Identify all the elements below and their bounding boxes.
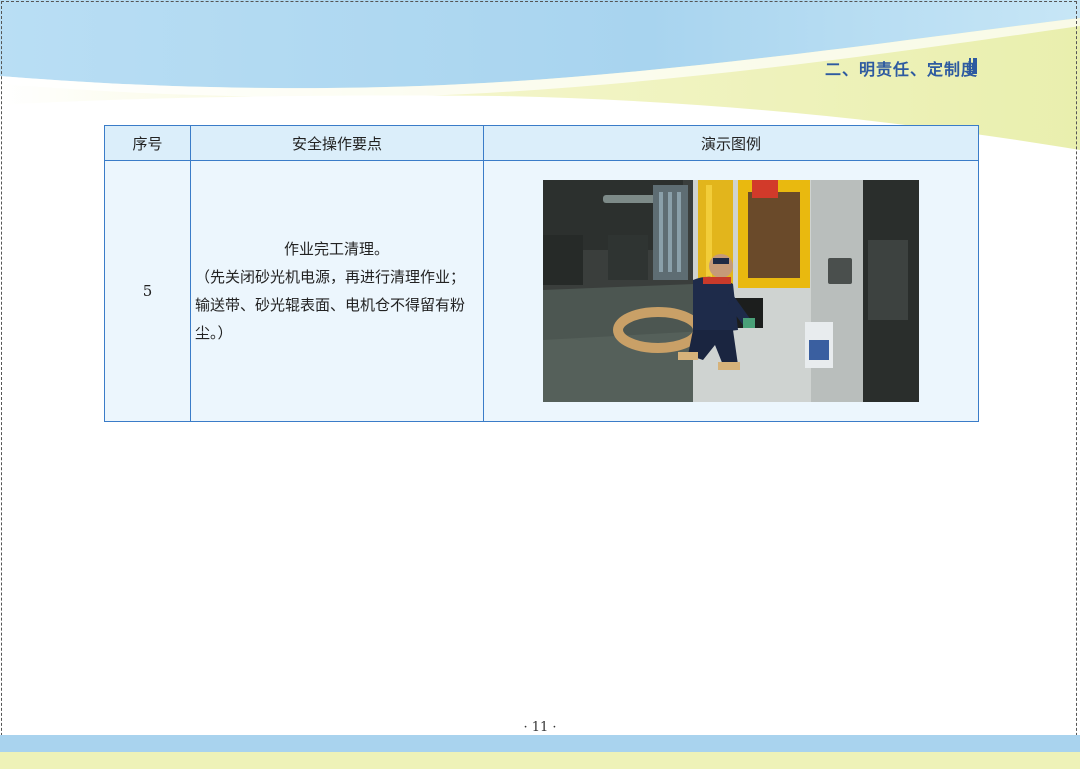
footer-band-decoration	[0, 735, 1080, 769]
section-marker-icon	[969, 58, 977, 74]
section-title: 二、明责任、定制度	[824, 60, 978, 79]
page-number: · 11 ·	[523, 720, 557, 735]
row-points-cell: 作业完工清理。 （先关闭砂光机电源，再进行清理作业；输送带、砂光辊表面、电机仓不…	[190, 160, 484, 422]
row-points-body: （先关闭砂光机电源，再进行清理作业；输送带、砂光辊表面、电机仓不得留有粉尘。）	[195, 268, 466, 342]
table-header-row: 序号 安全操作要点 演示图例	[104, 125, 979, 161]
column-header-points: 安全操作要点	[190, 125, 484, 161]
table-row: 5 作业完工清理。 （先关闭砂光机电源，再进行清理作业；输送带、砂光辊表面、电机…	[104, 160, 979, 422]
column-header-no: 序号	[104, 125, 191, 161]
row-points-title: 作业完工清理。	[283, 240, 389, 258]
safety-table: 序号 安全操作要点 演示图例 5 作业完工清理。 （先关闭砂光机电源，再进行清理…	[104, 125, 979, 422]
row-illustration-cell	[483, 160, 979, 422]
row-number: 5	[104, 160, 191, 422]
column-header-illustration: 演示图例	[483, 125, 979, 161]
worker-cleaning-photo	[543, 180, 919, 402]
